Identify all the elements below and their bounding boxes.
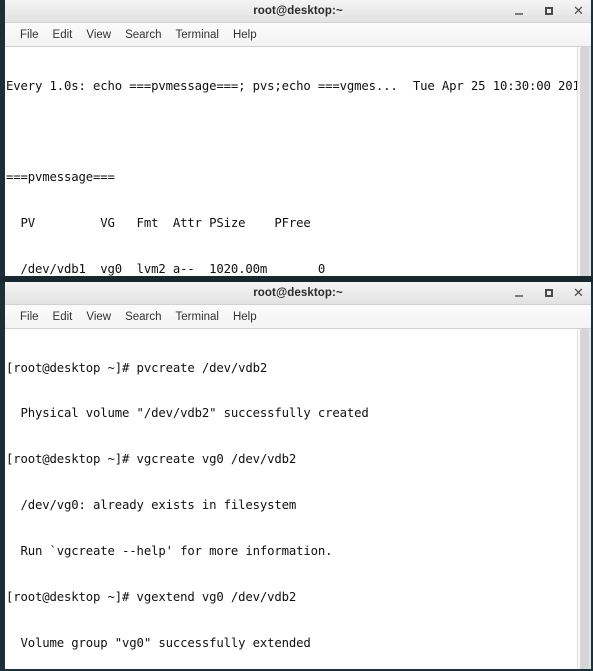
- close-icon[interactable]: ✕: [572, 287, 585, 300]
- minimize-icon[interactable]: [512, 287, 525, 300]
- terminal-body-shell[interactable]: [root@desktop ~]# pvcreate /dev/vdb2 Phy…: [5, 329, 591, 669]
- watch-header-line: Every 1.0s: echo ===pvmessage===; pvs;ec…: [6, 79, 591, 94]
- output-line: PV VG Fmt Attr PSize PFree: [6, 216, 311, 231]
- menu-help[interactable]: Help: [226, 27, 264, 43]
- menu-edit[interactable]: Edit: [46, 27, 80, 43]
- menu-file[interactable]: File: [13, 309, 46, 325]
- window-title: root@desktop:~: [253, 5, 343, 17]
- terminal-output-shell: [root@desktop ~]# pvcreate /dev/vdb2 Phy…: [5, 329, 591, 669]
- scrollbar-thumb[interactable]: [580, 329, 589, 669]
- menu-search[interactable]: Search: [118, 27, 168, 43]
- window-title: root@desktop:~: [253, 287, 343, 299]
- menu-view[interactable]: View: [79, 309, 118, 325]
- scrollbar-thumb[interactable]: [580, 47, 589, 276]
- output-line: ===pvmessage===: [6, 170, 115, 185]
- output-line: [root@desktop ~]# vgextend vg0 /dev/vdb2: [6, 590, 297, 605]
- terminal-scrollbar[interactable]: [577, 47, 591, 276]
- output-line: /dev/vg0: already exists in filesystem: [6, 498, 297, 513]
- watch-timestamp: Tue Apr 25 10:30:00 2017: [412, 78, 587, 93]
- menu-search[interactable]: Search: [118, 309, 168, 325]
- minimize-icon[interactable]: [512, 5, 525, 18]
- maximize-icon[interactable]: [542, 5, 555, 18]
- output-line: Volume group "vg0" successfully extended: [6, 635, 311, 650]
- titlebar[interactable]: root@desktop:~ ✕: [5, 282, 591, 305]
- maximize-icon[interactable]: [542, 287, 555, 300]
- menu-view[interactable]: View: [79, 27, 118, 43]
- menu-terminal[interactable]: Terminal: [169, 309, 226, 325]
- output-line: /dev/vdb1 vg0 lvm2 a-- 1020.00m 0: [6, 262, 326, 276]
- terminal-window-shell[interactable]: root@desktop:~ ✕ File Edit View Search T…: [0, 282, 593, 671]
- window-controls[interactable]: ✕: [512, 0, 585, 22]
- menu-edit[interactable]: Edit: [46, 309, 80, 325]
- window-controls[interactable]: ✕: [512, 282, 585, 304]
- menu-help[interactable]: Help: [226, 309, 264, 325]
- output-line: [root@desktop ~]# pvcreate /dev/vdb2: [6, 360, 268, 375]
- terminal-body-watch[interactable]: Every 1.0s: echo ===pvmessage===; pvs;ec…: [5, 47, 591, 276]
- watch-command: Every 1.0s: echo ===pvmessage===; pvs;ec…: [6, 78, 398, 93]
- menubar[interactable]: File Edit View Search Terminal Help: [5, 23, 591, 47]
- terminal-scrollbar[interactable]: [577, 329, 591, 669]
- close-icon[interactable]: ✕: [572, 5, 585, 18]
- terminal-window-watch[interactable]: root@desktop:~ ✕ File Edit View Search T…: [0, 0, 593, 276]
- menubar[interactable]: File Edit View Search Terminal Help: [5, 305, 591, 329]
- desktop-background: root@desktop:~ ✕ File Edit View Search T…: [0, 0, 593, 671]
- terminal-output-watch: Every 1.0s: echo ===pvmessage===; pvs;ec…: [5, 47, 591, 276]
- menu-terminal[interactable]: Terminal: [169, 27, 226, 43]
- titlebar[interactable]: root@desktop:~ ✕: [5, 0, 591, 23]
- output-line: Run `vgcreate --help' for more informati…: [6, 544, 333, 559]
- menu-file[interactable]: File: [13, 27, 46, 43]
- output-line: [root@desktop ~]# vgcreate vg0 /dev/vdb2: [6, 452, 297, 467]
- output-line: Physical volume "/dev/vdb2" successfully…: [6, 406, 369, 421]
